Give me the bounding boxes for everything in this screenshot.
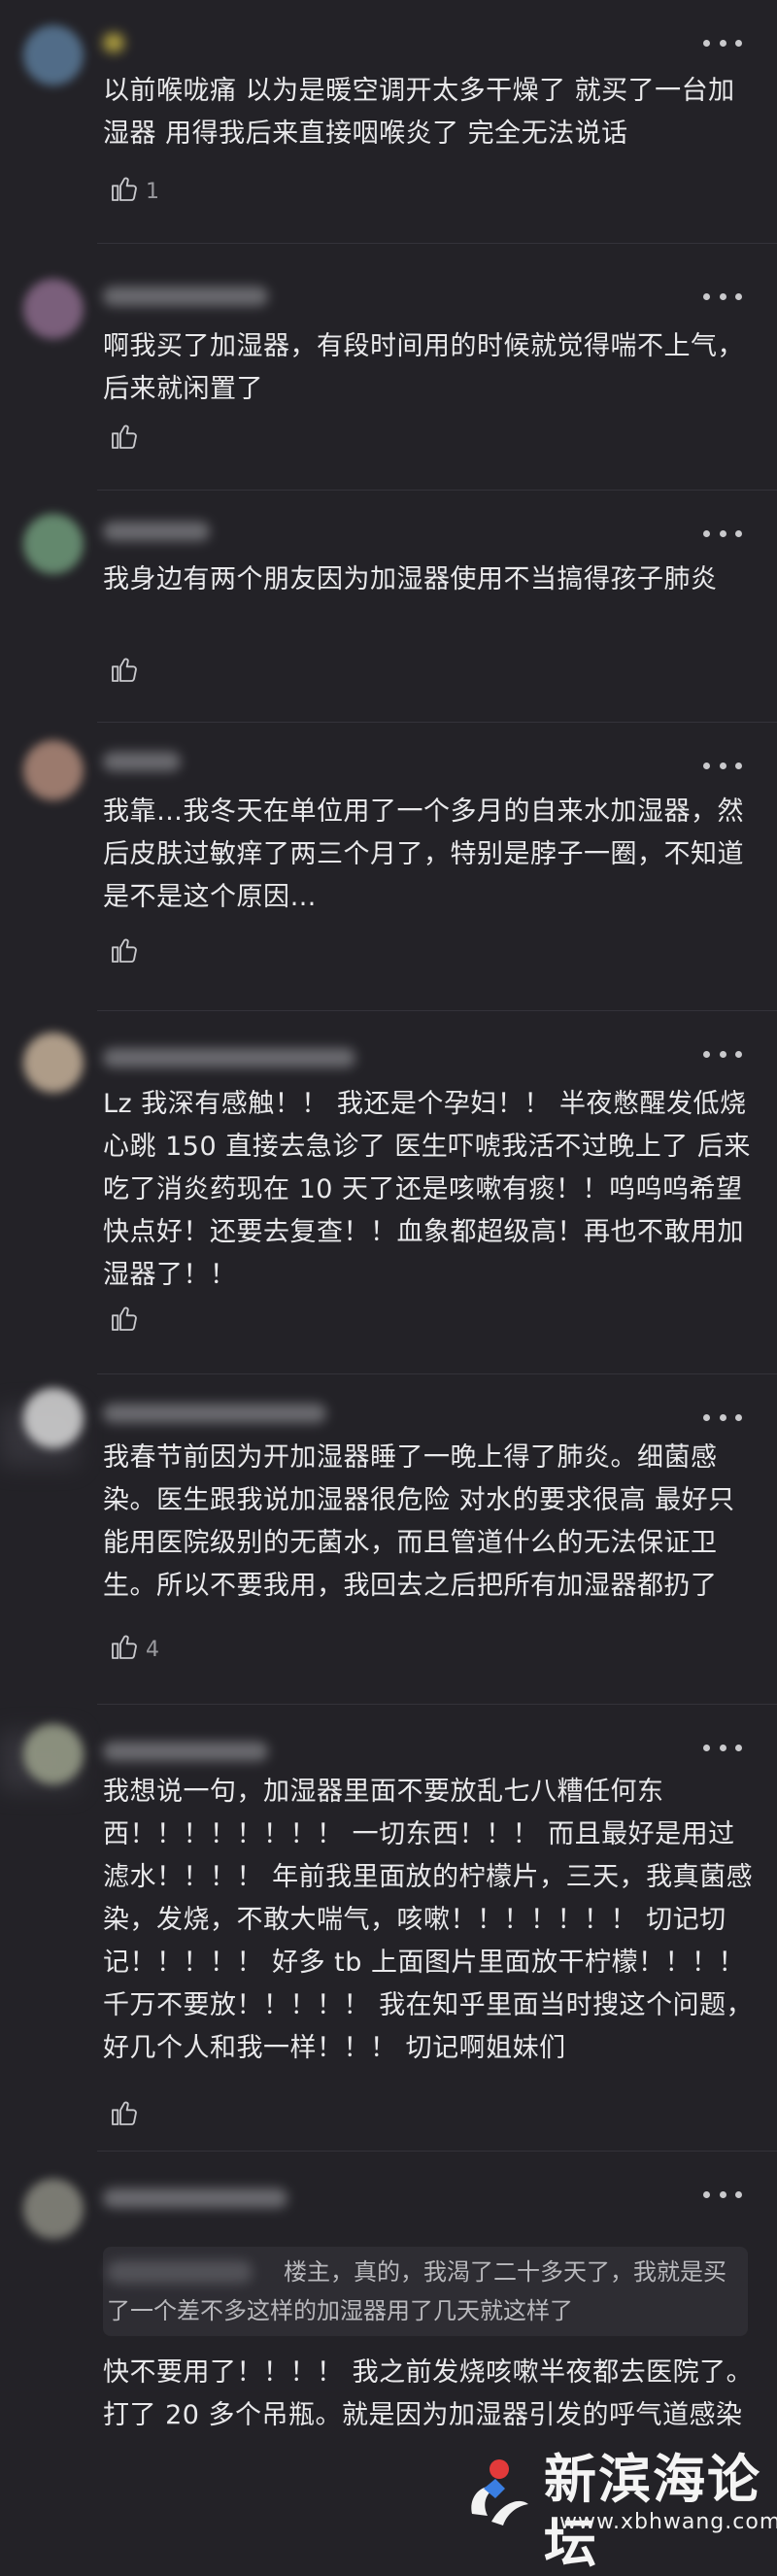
comment-item: 啊我买了加湿器，有段时间用的时候就觉得喘不上气，后来就闲置了 <box>0 244 777 490</box>
like-count: 4 <box>146 1637 159 1662</box>
comment-text: Lz 我深有感触！！ 我还是个孕妇！！ 半夜憋醒发低烧心跳 150 直接去急诊了… <box>103 1089 751 1290</box>
more-options-icon[interactable] <box>703 1407 742 1427</box>
comment-item: 我春节前因为开加湿器睡了一晚上得了肺炎。细菌感染。医生跟我说加湿器很危险 对水的… <box>0 1374 777 1704</box>
avatar[interactable] <box>23 740 84 800</box>
comment-item: 我靠…我冬天在单位用了一个多月的自来水加湿器，然后皮肤过敏痒了两三个月了，特别是… <box>0 723 777 1010</box>
thumbs-up-icon <box>112 2101 137 2125</box>
avatar[interactable] <box>23 2179 84 2239</box>
comment-item: 我想说一句，加湿器里面不要放乱七八糟任何东西！！！！！！！！ 一切东西！！！ 而… <box>0 1705 777 2151</box>
like-button[interactable] <box>109 654 146 685</box>
thumbs-up-icon <box>112 938 137 963</box>
thumbs-up-icon <box>112 1306 137 1331</box>
thumbs-up-icon <box>112 658 137 682</box>
site-logo-icon <box>471 2459 528 2525</box>
quoted-reply-text: 楼主，真的，我渴了二十多天了，我就是买了一个差不多这样的加湿器用了几天就这样了 <box>107 2258 726 2324</box>
more-options-icon[interactable] <box>703 33 742 52</box>
like-count: 1 <box>146 179 159 204</box>
like-button[interactable] <box>109 1303 146 1334</box>
avatar[interactable] <box>23 514 84 574</box>
thumbs-up-icon <box>112 1635 137 1659</box>
comment-item: 以前喉咙痛 以为是暖空调开太多干燥了 就买了一台加湿器 用得我后来直接咽喉炎了 … <box>0 0 777 243</box>
comment-text: 快不要用了！！！！ 我之前发烧咳嗽半夜都去医院了。打了 20 多个吊瓶。就是因为… <box>103 2357 754 2430</box>
more-options-icon[interactable] <box>703 1044 742 1064</box>
avatar[interactable] <box>23 1724 84 1784</box>
username-blurred[interactable] <box>103 1048 355 1068</box>
like-button[interactable] <box>109 421 146 452</box>
like-button[interactable] <box>109 934 146 966</box>
thumbs-up-icon <box>112 177 137 201</box>
avatar[interactable] <box>23 25 84 85</box>
username-blurred[interactable] <box>103 33 124 52</box>
more-options-icon[interactable] <box>703 2185 742 2204</box>
comment-text: 啊我买了加湿器，有段时间用的时候就觉得喘不上气，后来就闲置了 <box>103 331 744 404</box>
like-button[interactable] <box>109 2097 146 2128</box>
quoted-reply[interactable]: 楼主，真的，我渴了二十多天了，我就是买了一个差不多这样的加湿器用了几天就这样了 <box>103 2247 748 2336</box>
avatar[interactable] <box>23 279 84 339</box>
thumbs-up-icon <box>112 424 137 449</box>
more-options-icon[interactable] <box>703 524 742 543</box>
watermark-url: www.xbhwang.com <box>559 2510 777 2534</box>
username-blurred[interactable] <box>103 752 181 771</box>
comment-text: 我春节前因为开加湿器睡了一晚上得了肺炎。细菌感染。医生跟我说加湿器很危险 对水的… <box>103 1442 735 1601</box>
username-blurred[interactable] <box>103 1742 268 1761</box>
username-blurred[interactable] <box>103 522 210 541</box>
more-options-icon[interactable] <box>703 287 742 306</box>
username-blurred[interactable] <box>103 1404 326 1423</box>
username-blurred[interactable] <box>103 287 268 306</box>
more-options-icon[interactable] <box>703 1738 742 1757</box>
like-button[interactable]: 1 <box>109 173 159 204</box>
avatar[interactable] <box>23 1388 84 1448</box>
site-watermark: 新滨海论坛 www.xbhwang.com <box>462 2448 777 2574</box>
comment-item: Lz 我深有感触！！ 我还是个孕妇！！ 半夜憋醒发低烧心跳 150 直接去急诊了… <box>0 1011 777 1373</box>
avatar[interactable] <box>23 1033 84 1093</box>
more-options-icon[interactable] <box>703 756 742 775</box>
comment-text: 我身边有两个朋友因为加湿器使用不当搞得孩子肺炎 <box>103 564 718 594</box>
comment-text: 以前喉咙痛 以为是暖空调开太多干燥了 就买了一台加湿器 用得我后来直接咽喉炎了 … <box>103 76 735 149</box>
username-blurred[interactable] <box>103 2188 287 2208</box>
comment-text: 我想说一句，加湿器里面不要放乱七八糟任何东西！！！！！！！！ 一切东西！！！ 而… <box>103 1777 755 2063</box>
comment-item: 我身边有两个朋友因为加湿器使用不当搞得孩子肺炎 <box>0 491 777 722</box>
like-button[interactable]: 4 <box>109 1631 159 1662</box>
comment-text: 我靠…我冬天在单位用了一个多月的自来水加湿器，然后皮肤过敏痒了两三个月了，特别是… <box>103 797 744 912</box>
